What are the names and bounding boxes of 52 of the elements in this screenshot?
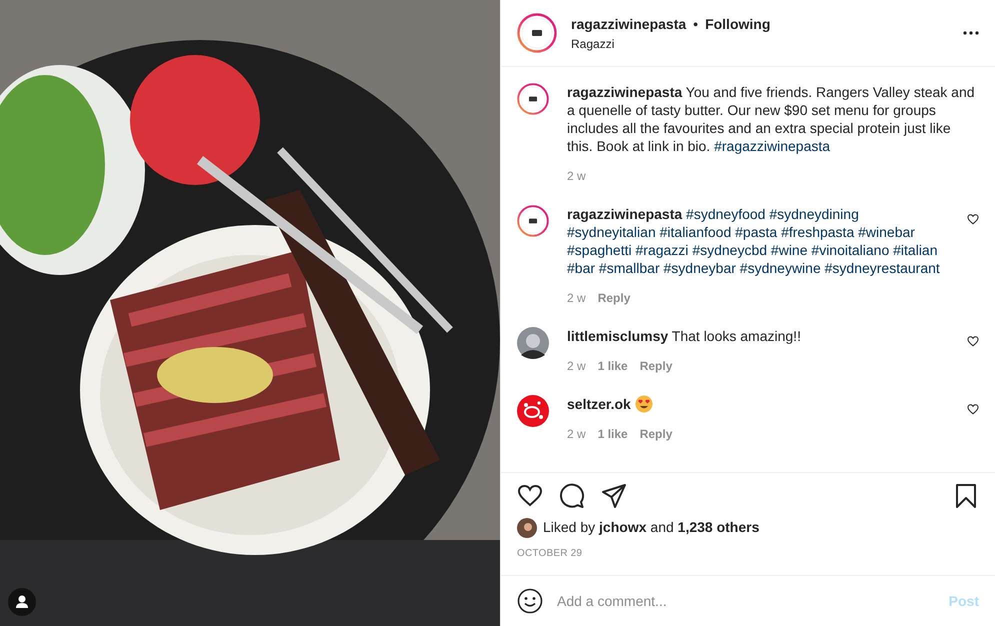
avatar-photo-placeholder[interactable] <box>517 327 549 359</box>
separator-dot: • <box>693 14 698 34</box>
like-heart-icon[interactable] <box>967 213 979 225</box>
location-link[interactable]: Ragazzi <box>571 34 963 52</box>
hashtag-link[interactable]: #sydneyfood <box>686 206 766 222</box>
liker-avatar-icon[interactable] <box>517 518 537 538</box>
comment-time: 2 w <box>567 290 586 307</box>
hashtag-link[interactable]: #bar <box>567 260 596 276</box>
share-paper-plane-icon[interactable] <box>601 483 627 509</box>
comment-username[interactable]: ragazziwinepasta <box>567 206 682 222</box>
more-options-icon[interactable] <box>963 31 979 35</box>
hashtag-link[interactable]: #spaghetti <box>567 242 632 258</box>
emoji-smiley-icon[interactable] <box>517 588 543 614</box>
comment-text: ragazziwinepasta You and five friends. Rangers Valley steak and a quenelle of tasty butter. Our new $90 set menu for groups includes all the favourites and an extra special protein just like this. Book at link in bio. #ragazziwinepasta <box>567 83 976 155</box>
user-tag-icon[interactable] <box>8 588 36 616</box>
hashtag-link[interactable]: #sydneybar <box>664 260 736 276</box>
comment-username[interactable]: seltzer.ok <box>567 396 631 412</box>
like-heart-icon[interactable] <box>967 335 979 347</box>
hashtag-link[interactable]: #sydneydining <box>769 206 859 222</box>
comment-time: 2 w <box>567 358 586 375</box>
hashtag-link[interactable]: #sydneyitalian <box>567 224 656 240</box>
hashtag-link[interactable]: #sydneyrestaurant <box>824 260 940 276</box>
comment-icon[interactable] <box>559 483 585 509</box>
avatar-logo-icon[interactable] <box>517 395 549 427</box>
comment-text: littlemisclumsy That looks amazing!! <box>567 327 802 345</box>
hashtag-link[interactable]: #wine <box>770 242 808 258</box>
following-label[interactable]: Following <box>705 14 770 34</box>
like-heart-icon[interactable] <box>967 403 979 415</box>
post-date: OCTOBER 29 <box>516 547 584 561</box>
comment-username[interactable]: ragazziwinepasta <box>567 84 682 100</box>
hashtag-link[interactable]: #ragazzi <box>636 242 688 258</box>
profile-avatar[interactable] <box>517 83 549 115</box>
hashtag-link[interactable]: #pasta <box>735 224 778 240</box>
profile-avatar[interactable] <box>517 205 549 237</box>
hashtag-link[interactable]: #italianfood <box>660 224 732 240</box>
hashtag-link[interactable]: #vinoitaliano <box>811 242 890 258</box>
hashtag-link[interactable]: #italian <box>893 242 938 258</box>
like-heart-icon[interactable] <box>517 483 543 509</box>
username-link[interactable]: ragazziwinepasta <box>571 14 686 34</box>
profile-avatar[interactable] <box>517 13 557 53</box>
bookmark-icon[interactable] <box>953 483 979 509</box>
likes-summary: Liked by jchowx and 1,238 others <box>543 518 760 537</box>
heart-eyes-emoji-icon <box>634 395 653 413</box>
hashtag-link[interactable]: #sydneywine <box>740 260 821 276</box>
comment-time: 2 w <box>567 168 586 185</box>
hashtag-link[interactable]: #sydneycbd <box>692 242 768 258</box>
hashtag-link[interactable]: #smallbar <box>598 260 660 276</box>
hashtag-link[interactable]: #ragazziwinepasta <box>714 138 830 154</box>
comment-username[interactable]: littlemisclumsy <box>567 328 668 344</box>
comment-time: 2 w <box>567 426 586 443</box>
hashtag-link[interactable]: #freshpasta <box>781 224 854 240</box>
hashtag-link[interactable]: #winebar <box>858 224 915 240</box>
